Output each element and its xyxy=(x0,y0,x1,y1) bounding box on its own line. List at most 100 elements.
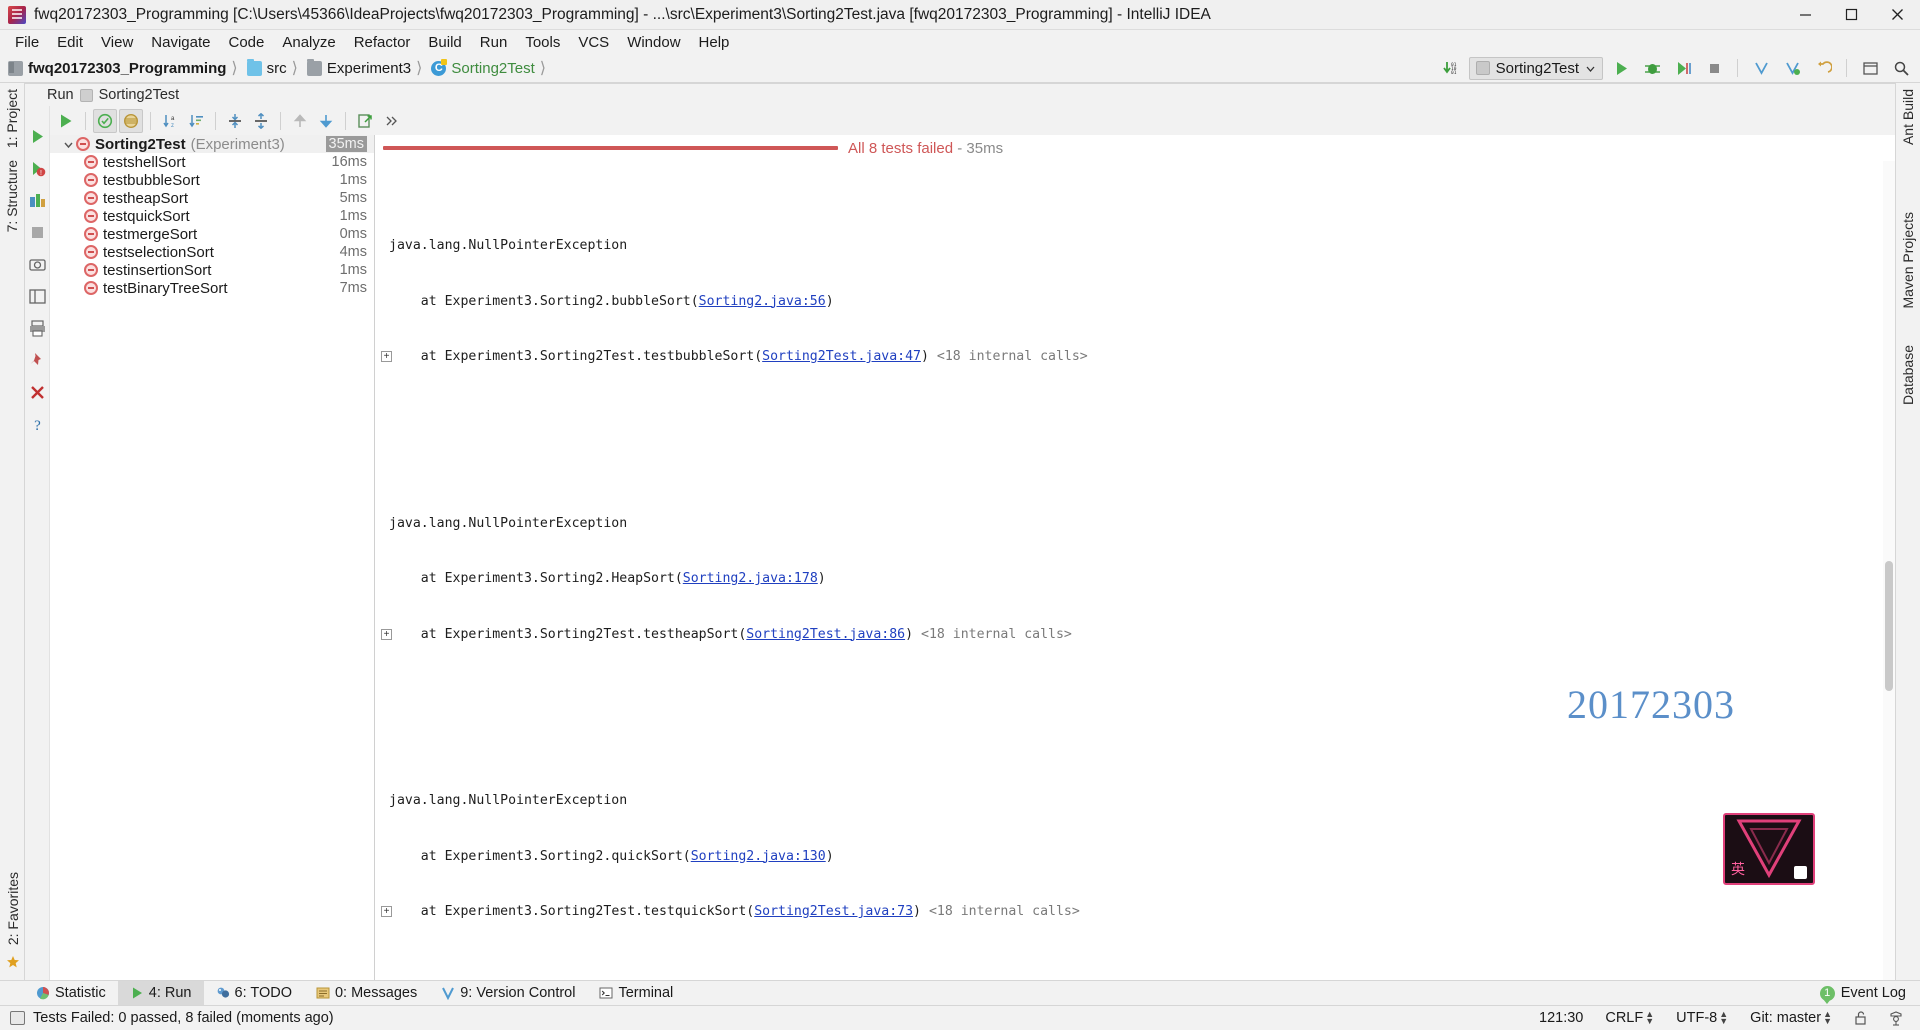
sidebar-item-favorites[interactable]: 2: Favorites xyxy=(3,866,23,951)
test-tree-row[interactable]: testinsertionSort 1ms xyxy=(50,261,374,279)
stop-square-icon[interactable] xyxy=(29,224,46,246)
line-separator-selector[interactable]: CRLF ▲ ▼ xyxy=(1598,1010,1661,1027)
menu-navigate[interactable]: Navigate xyxy=(142,32,219,53)
console-scrollbar[interactable] xyxy=(1883,161,1895,980)
sidebar-item-project[interactable]: 1: Project xyxy=(2,83,22,154)
git-branch-widget[interactable]: Git: master ▲ ▼ xyxy=(1743,1010,1839,1027)
sidebar-item-ant-build[interactable]: Ant Build xyxy=(1898,83,1918,151)
auto-test-icon[interactable] xyxy=(29,192,46,214)
run-tab-config-label[interactable]: Sorting2Test xyxy=(99,87,180,103)
menu-tools[interactable]: Tools xyxy=(516,32,569,53)
event-log-button[interactable]: 1 Event Log xyxy=(1819,985,1920,1004)
run-icon[interactable] xyxy=(1608,56,1634,80)
test-tree-row[interactable]: testBinaryTreeSort 7ms xyxy=(50,279,374,297)
run-with-coverage-icon[interactable] xyxy=(1670,56,1696,80)
menu-edit[interactable]: Edit xyxy=(48,32,92,53)
pin-icon[interactable] xyxy=(29,352,46,374)
menu-refactor[interactable]: Refactor xyxy=(345,32,420,53)
sort-duration-icon[interactable] xyxy=(184,109,208,133)
arrow-down-icon[interactable] xyxy=(314,109,338,133)
tab-run[interactable]: 4: Run xyxy=(117,980,204,1006)
test-tree-row[interactable]: testheapSort 5ms xyxy=(50,189,374,207)
rerun-tests-button[interactable] xyxy=(54,109,78,133)
close-icon[interactable] xyxy=(1874,0,1920,30)
menu-vcs[interactable]: VCS xyxy=(569,32,618,53)
test-tree-row[interactable]: testbubbleSort 1ms xyxy=(50,171,374,189)
breadcrumb-class[interactable]: C Sorting2Test ⟩ xyxy=(429,58,553,78)
menu-code[interactable]: Code xyxy=(219,32,273,53)
test-tree-row[interactable]: testshellSort 16ms xyxy=(50,153,374,171)
help-question-icon[interactable]: ? xyxy=(29,416,46,438)
tab-messages[interactable]: 0: Messages xyxy=(304,981,429,1006)
internal-calls-label[interactable]: <18 internal calls> xyxy=(921,627,1072,642)
ime-language-widget[interactable]: 英 xyxy=(1723,813,1815,885)
test-tree-row[interactable]: testmergeSort 0ms xyxy=(50,225,374,243)
printer-icon[interactable] xyxy=(29,320,46,342)
settings-icon[interactable] xyxy=(1857,56,1883,80)
encoding-selector[interactable]: UTF-8 ▲ ▼ xyxy=(1669,1010,1735,1027)
show-passed-toggle[interactable] xyxy=(93,108,117,133)
breadcrumb-module[interactable]: fwq20172303_Programming ⟩ xyxy=(6,58,245,78)
expand-frames-icon[interactable]: + xyxy=(381,906,392,917)
debug-icon[interactable] xyxy=(1639,56,1665,80)
internal-calls-label[interactable]: <18 internal calls> xyxy=(937,349,1088,364)
sidebar-item-structure[interactable]: 7: Structure xyxy=(2,154,22,238)
test-tree-root-row[interactable]: Sorting2Test (Experiment3) 35ms xyxy=(50,135,374,153)
search-everywhere-icon[interactable] xyxy=(1888,56,1914,80)
breadcrumb-package[interactable]: Experiment3 ⟩ xyxy=(305,58,429,78)
close-x-icon[interactable] xyxy=(29,384,46,406)
tab-terminal[interactable]: Terminal xyxy=(587,981,685,1006)
show-ignored-toggle[interactable] xyxy=(119,108,143,133)
binary-download-icon[interactable]: 01 10 01 xyxy=(1438,56,1464,80)
console-scroll-area[interactable]: java.lang.NullPointerException at Experi… xyxy=(375,161,1895,980)
test-tree-row[interactable]: testselectionSort 4ms xyxy=(50,243,374,261)
ime-toolbox-icon[interactable] xyxy=(1794,866,1807,879)
layout-icon[interactable] xyxy=(28,288,46,310)
menu-window[interactable]: Window xyxy=(618,32,689,53)
source-link[interactable]: Sorting2Test.java:73 xyxy=(754,904,913,919)
run-tab-label[interactable]: Run xyxy=(47,87,74,103)
tab-version-control[interactable]: 9: Version Control xyxy=(429,981,587,1006)
source-link[interactable]: Sorting2Test.java:86 xyxy=(746,627,905,642)
sidebar-item-maven-projects[interactable]: Maven Projects xyxy=(1898,206,1918,314)
menu-analyze[interactable]: Analyze xyxy=(273,32,344,53)
tab-statistic[interactable]: Statistic xyxy=(24,981,118,1006)
source-link[interactable]: Sorting2.java:130 xyxy=(691,849,826,864)
export-icon[interactable] xyxy=(353,109,377,133)
chevron-double-right-icon[interactable] xyxy=(379,109,403,133)
camera-icon[interactable] xyxy=(28,256,46,278)
breadcrumb-src[interactable]: src ⟩ xyxy=(245,58,305,78)
sidebar-item-database[interactable]: Database xyxy=(1898,339,1918,411)
menu-run[interactable]: Run xyxy=(471,32,517,53)
expand-all-icon[interactable] xyxy=(223,109,247,133)
menu-build[interactable]: Build xyxy=(419,32,470,53)
expand-frames-icon[interactable]: + xyxy=(381,351,392,362)
unlocked-icon[interactable] xyxy=(1847,1011,1874,1025)
source-link[interactable]: Sorting2Test.java:47 xyxy=(762,349,921,364)
vcs-commit-icon[interactable] xyxy=(1779,56,1805,80)
maximize-icon[interactable] xyxy=(1828,0,1874,30)
test-tree-row[interactable]: testquickSort 1ms xyxy=(50,207,374,225)
menu-help[interactable]: Help xyxy=(690,32,739,53)
menu-file[interactable]: File xyxy=(6,32,48,53)
menu-view[interactable]: View xyxy=(92,32,142,53)
rerun-icon[interactable] xyxy=(29,128,46,150)
caret-position[interactable]: 121:30 xyxy=(1532,1010,1590,1026)
console-scrollbar-thumb[interactable] xyxy=(1885,561,1893,691)
source-link[interactable]: Sorting2.java:56 xyxy=(699,294,826,309)
sort-az-icon[interactable]: az xyxy=(158,109,182,133)
chevron-down-icon[interactable] xyxy=(60,139,76,150)
vcs-revert-icon[interactable] xyxy=(1810,56,1836,80)
rerun-failed-icon[interactable]: ! xyxy=(29,160,46,182)
minimize-icon[interactable] xyxy=(1782,0,1828,30)
stop-icon[interactable] xyxy=(1701,56,1727,80)
inspection-hector-icon[interactable] xyxy=(1882,1010,1910,1026)
arrow-up-icon[interactable] xyxy=(288,109,312,133)
source-link[interactable]: Sorting2.java:178 xyxy=(683,571,818,586)
internal-calls-label[interactable]: <18 internal calls> xyxy=(929,904,1080,919)
tab-todo[interactable]: 6: TODO xyxy=(204,981,304,1006)
run-configuration-selector[interactable]: Sorting2Test xyxy=(1468,56,1603,80)
expand-frames-icon[interactable]: + xyxy=(381,628,392,640)
vcs-update-icon[interactable] xyxy=(1748,56,1774,80)
test-tree[interactable]: Sorting2Test (Experiment3) 35ms testshel… xyxy=(50,135,375,980)
